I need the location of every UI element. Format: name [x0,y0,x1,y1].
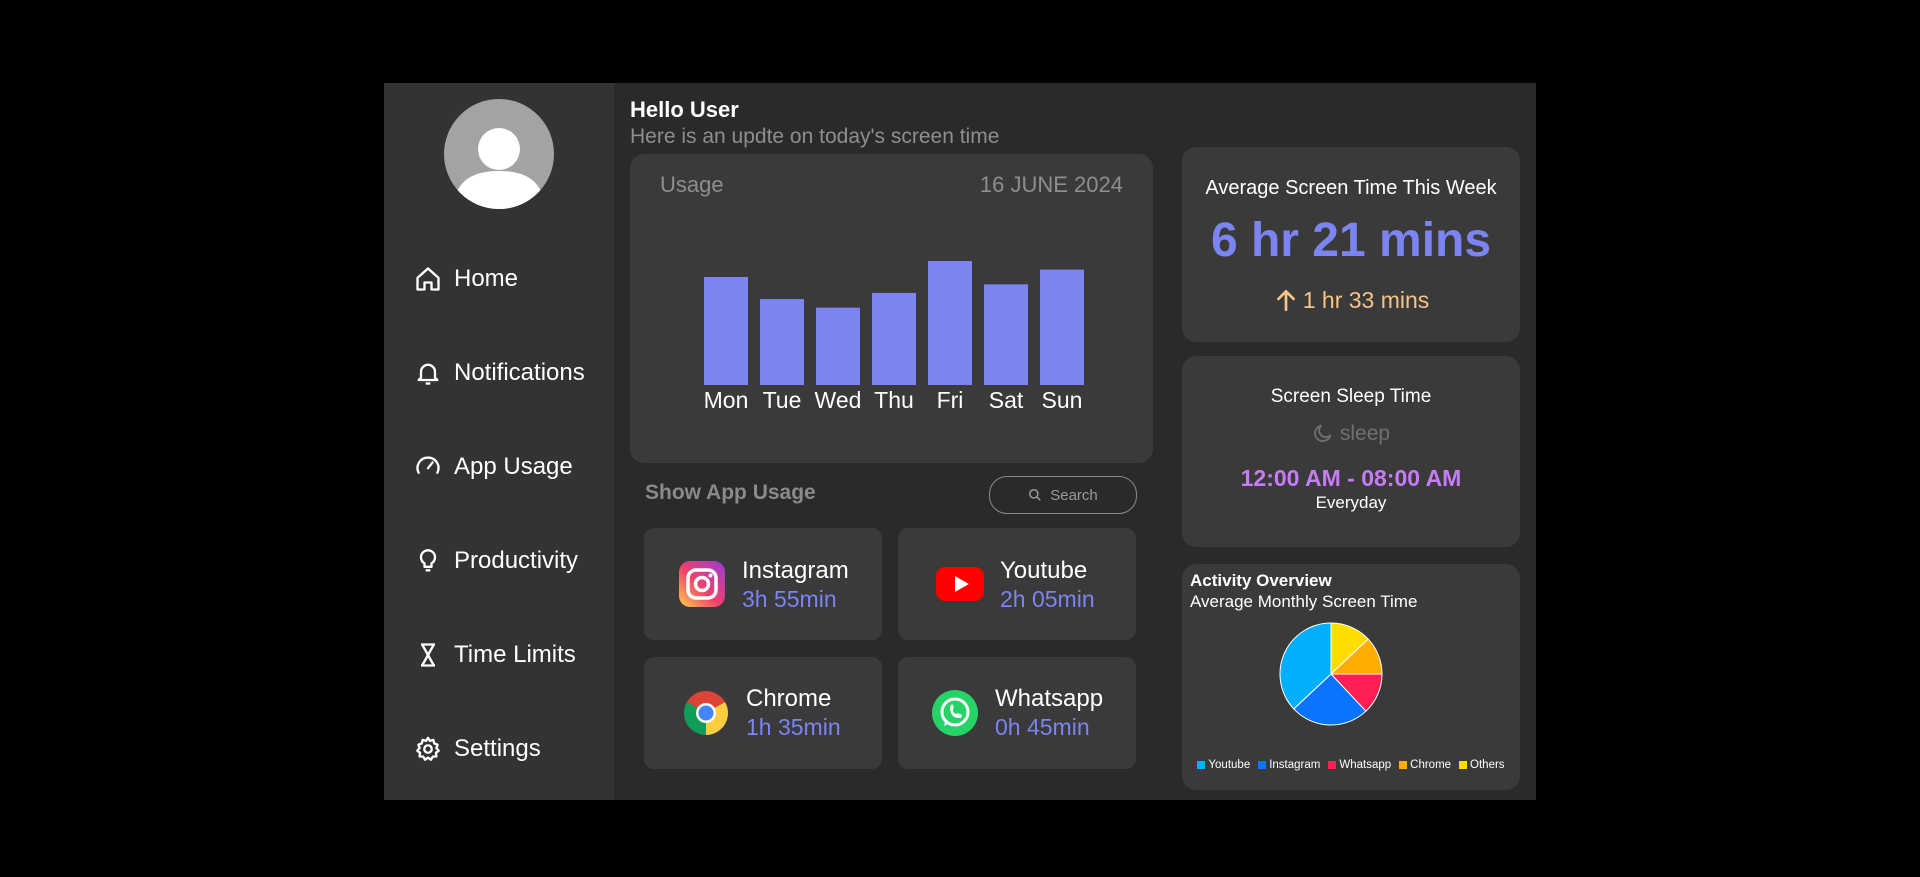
sidebar-item-settings[interactable]: Settings [414,729,541,769]
bar-tue [760,299,804,385]
sleep-state-label: sleep [1339,422,1391,445]
pie-legend: Youtube Instagram Whatsapp Chrome Others [1182,759,1520,771]
legend-swatch [1459,761,1468,769]
app-name: Youtube [1000,557,1088,584]
app-card-youtube[interactable]: Youtube 2h 05min [898,528,1136,640]
legend-swatch [1399,761,1408,769]
usage-date: 16 JUNE 2024 [979,172,1123,197]
hourglass-icon [421,643,435,667]
screen-sleep-title: Screen Sleep Time [1270,386,1432,407]
page-title: Hello User [630,97,739,122]
app-time: 3h 55min [742,586,837,612]
bar-mon [704,276,748,385]
legend-swatch [1328,761,1337,769]
avg-screen-time-delta: 1 hr 33 mins [1182,287,1520,314]
bar-thu [872,292,916,385]
avg-screen-time-value: 6 hr 21 mins [1210,214,1492,267]
bar-label-mon: Mon [704,387,749,413]
activity-title: Activity Overview [1190,571,1332,590]
activity-subtitle: Average Monthly Screen Time [1190,592,1418,611]
sleep-repeat: Everyday [1315,493,1387,512]
app-card-chrome[interactable]: Chrome 1h 35min [644,657,882,769]
bar-wed [816,307,860,385]
sidebar-item-productivity[interactable]: Productivity [414,541,578,581]
instagram-icon [679,561,725,607]
activity-overview-card: Activity Overview Average Monthly Screen… [1182,564,1520,790]
legend-item-instagram: Instagram [1258,759,1320,771]
sidebar-item-label: Home [454,265,519,292]
legend-item-whatsapp: Whatsapp [1328,759,1391,771]
gauge-icon [416,456,440,474]
search-input[interactable]: Search [989,476,1137,514]
avatar[interactable] [444,99,554,209]
delta-value: 1 hr 33 mins [1302,287,1430,313]
search-placeholder: Search [1050,486,1098,504]
sleep-state: sleep [1182,422,1520,446]
sidebar-item-app-usage[interactable]: App Usage [414,447,573,487]
activity-pie-chart [1279,622,1383,726]
page-subtitle: Here is an updte on today's screen time [630,125,1000,148]
app-name: Instagram [742,557,849,584]
app-time: 0h 45min [995,714,1090,740]
legend-item-others: Others [1459,759,1505,771]
whatsapp-icon [932,690,978,736]
bar-fri [928,261,972,385]
sidebar: Home Notifications App Usage Productivit… [384,83,614,800]
bar-label-wed: Wed [815,387,862,413]
sidebar-item-label: App Usage [454,453,573,480]
avg-screen-time-title: Average Screen Time This Week [1205,177,1497,199]
sidebar-item-notifications[interactable]: Notifications [414,353,585,393]
bar-label-tue: Tue [763,387,802,413]
bar-sat [984,284,1028,385]
app-name: Whatsapp [995,685,1104,712]
legend-label: Others [1470,759,1505,771]
moon-icon [1314,424,1332,442]
bar-label-sat: Sat [989,387,1024,413]
search-icon [1029,489,1041,501]
bar-sun [1040,269,1084,385]
bar-label-fri: Fri [937,387,964,413]
chrome-icon [684,691,728,735]
home-icon [416,267,440,291]
lightbulb-icon [419,549,437,572]
sleep-time-range: 12:00 AM - 08:00 AM [1240,465,1462,491]
app-time: 2h 05min [1000,586,1095,612]
legend-swatch [1197,761,1206,769]
bar-label-sun: Sun [1042,387,1083,413]
app-window: Home Notifications App Usage Productivit… [384,83,1536,800]
app-card-whatsapp[interactable]: Whatsapp 0h 45min [898,657,1136,769]
legend-label: Whatsapp [1339,759,1392,771]
legend-label: Youtube [1208,759,1251,771]
bell-icon [417,363,439,385]
app-usage-title: Show App Usage [645,481,816,504]
bar-label-thu: Thu [874,387,914,413]
sidebar-item-home[interactable]: Home [414,259,518,299]
sidebar-item-label: Productivity [454,547,579,574]
sidebar-item-label: Settings [454,735,541,762]
app-time: 1h 35min [746,714,841,740]
screen-sleep-card[interactable]: Screen Sleep Time sleep 12:00 AM - 08:00… [1182,356,1520,547]
sidebar-item-label: Notifications [454,359,585,386]
legend-label: Chrome [1410,759,1452,771]
app-card-instagram[interactable]: Instagram 3h 55min [644,528,882,640]
sidebar-item-time-limits[interactable]: Time Limits [414,635,576,675]
usage-card: Mon Tue Wed Thu Fri Sat Sun Usage 16 JUNE 2024 [630,154,1153,463]
youtube-icon [936,567,984,601]
app-name: Chrome [746,685,832,712]
legend-label: Instagram [1269,759,1321,771]
sidebar-item-label: Time Limits [454,641,576,668]
legend-swatch [1258,761,1267,769]
legend-item-youtube: Youtube [1197,759,1250,771]
usage-label: Usage [660,172,724,197]
usage-bar-chart: Mon Tue Wed Thu Fri Sat Sun [704,261,1084,413]
gear-icon [416,736,440,761]
arrow-up-icon [1276,289,1295,312]
legend-item-chrome: Chrome [1399,759,1451,771]
avg-screen-time-card: Average Screen Time This Week 6 hr 21 mi… [1182,147,1520,342]
